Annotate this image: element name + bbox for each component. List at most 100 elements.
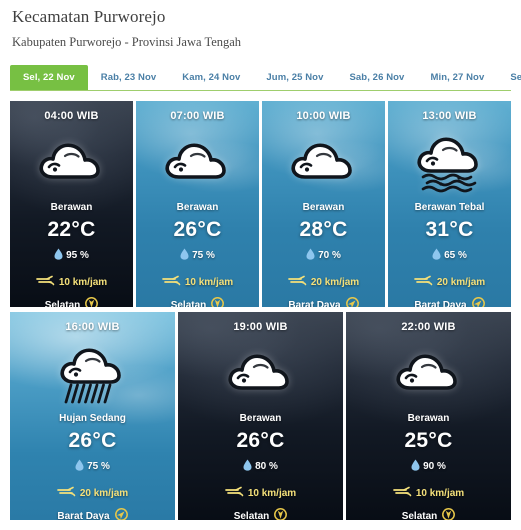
water-droplet-icon [411,459,420,474]
wind-speed-value: 20 km/jam [436,277,486,288]
wind-speed-value: 10 km/jam [247,488,297,499]
weather-condition: Hujan Sedang [59,413,126,424]
arrow-down-circle-icon [85,297,99,307]
humidity-value: 95 % [66,250,89,261]
forecast-card: 16:00 WIB Hujan Sedang 26°C 75 % 20 km/jam Ba… [10,312,175,520]
water-droplet-icon [306,248,315,263]
forecast-time: 10:00 WIB [296,110,351,122]
forecast-time: 22:00 WIB [401,321,456,333]
wind-speed-row: 20 km/jam [10,486,175,501]
humidity-value: 70 % [318,250,341,261]
weather-condition: Berawan [302,202,345,213]
forecast-card: 04:00 WIB Berawan 22°C 95 % 10 km/jam Selatan [10,101,133,307]
wind-speed-row: 10 km/jam [346,486,511,501]
humidity-row: 70 % [262,248,385,263]
wind-icon [392,486,413,501]
forecast-row-morning: 04:00 WIB Berawan 22°C 95 % 10 km/jam Selatan… [10,101,511,307]
wind-direction-row: Barat Daya [262,297,385,307]
cloud-icon [346,337,511,409]
wind-speed-value: 20 km/jam [79,488,129,499]
arrow-up-right-circle-icon [471,297,485,307]
weather-condition: Berawan [239,413,282,424]
weather-condition: Berawan [407,413,450,424]
temperature-value: 28°C [299,218,348,241]
humidity-row: 65 % [388,248,511,263]
page-title: Kecamatan Purworejo [12,7,166,26]
arrow-down-circle-icon [211,297,225,307]
day-tab-1[interactable]: Rab, 23 Nov [88,65,169,90]
wind-direction-label: Selatan [233,510,270,521]
humidity-value: 75 % [87,461,110,472]
wind-direction-label: Selatan [401,510,438,521]
humidity-row: 75 % [136,248,259,263]
humidity-row: 95 % [10,248,133,263]
humidity-row: 75 % [10,459,175,474]
wind-speed-value: 10 km/jam [184,277,234,288]
forecast-grid: 04:00 WIB Berawan 22°C 95 % 10 km/jam Selatan… [10,101,511,520]
forecast-card: 22:00 WIB Berawan 25°C 90 % 10 km/jam Selatan [346,312,511,520]
wind-direction-label: Barat Daya [414,299,467,308]
wind-direction-row: Barat Daya [388,297,511,307]
weather-condition: Berawan [50,202,93,213]
forecast-card: 10:00 WIB Berawan 28°C 70 % 20 km/jam Barat D… [262,101,385,307]
water-droplet-icon [75,459,84,474]
wind-direction-row: Selatan [10,297,133,307]
day-tab-6[interactable]: Sen, 28 Nov [497,65,521,90]
weather-condition: Berawan [176,202,219,213]
arrow-up-right-circle-icon [114,508,128,520]
wind-direction-label: Selatan [44,299,81,308]
wind-speed-value: 10 km/jam [58,277,108,288]
forecast-card: 07:00 WIB Berawan 26°C 75 % 10 km/jam Selatan [136,101,259,307]
wind-icon [161,275,182,290]
temperature-value: 25°C [404,429,453,452]
humidity-value: 80 % [255,461,278,472]
wind-speed-row: 10 km/jam [178,486,343,501]
cloud-icon [10,126,133,198]
wind-icon [56,486,77,501]
forecast-time: 16:00 WIB [65,321,120,333]
wind-icon [224,486,245,501]
wind-speed-row: 20 km/jam [262,275,385,290]
temperature-value: 26°C [68,429,117,452]
cloud-rain-icon [10,337,175,409]
wind-speed-value: 10 km/jam [415,488,465,499]
water-droplet-icon [180,248,189,263]
page-subtitle: Kabupaten Purworejo - Provinsi Jawa Teng… [12,35,242,49]
temperature-value: 26°C [173,218,222,241]
day-tab-bar[interactable]: Sel, 22 Nov Rab, 23 Nov Kam, 24 Nov Jum, 25… [10,65,521,91]
cloud-mist-icon [388,126,511,198]
temperature-value: 22°C [47,218,96,241]
wind-direction-row: Selatan [136,297,259,307]
water-droplet-icon [243,459,252,474]
arrow-down-circle-icon [274,508,288,520]
forecast-card: 19:00 WIB Berawan 26°C 80 % 10 km/jam Selatan [178,312,343,520]
humidity-value: 90 % [423,461,446,472]
wind-speed-row: 10 km/jam [136,275,259,290]
cloud-icon [262,126,385,198]
forecast-time: 13:00 WIB [422,110,477,122]
cloud-icon [136,126,259,198]
weather-forecast-page: Kecamatan Purworejo Kabupaten Purworejo … [0,0,521,530]
forecast-row-evening: 16:00 WIB Hujan Sedang 26°C 75 % 20 km/jam Ba… [10,312,511,520]
cloud-icon [178,337,343,409]
wind-icon [35,275,56,290]
wind-speed-row: 20 km/jam [388,275,511,290]
day-tab-2[interactable]: Kam, 24 Nov [169,65,253,90]
forecast-time: 07:00 WIB [170,110,225,122]
humidity-value: 75 % [192,250,215,261]
day-tab-5[interactable]: Min, 27 Nov [417,65,497,90]
wind-direction-row: Selatan [346,508,511,520]
page-header: Kecamatan Purworejo Kabupaten Purworejo … [0,0,521,51]
wind-direction-label: Selatan [170,299,207,308]
water-droplet-icon [54,248,63,263]
humidity-row: 90 % [346,459,511,474]
wind-icon [413,275,434,290]
wind-direction-label: Barat Daya [57,510,110,521]
day-tab-4[interactable]: Sab, 26 Nov [336,65,417,90]
wind-icon [287,275,308,290]
water-droplet-icon [432,248,441,263]
day-tab-3[interactable]: Jum, 25 Nov [253,65,336,90]
wind-speed-row: 10 km/jam [10,275,133,290]
temperature-value: 26°C [236,429,285,452]
day-tab-0[interactable]: Sel, 22 Nov [10,65,88,90]
